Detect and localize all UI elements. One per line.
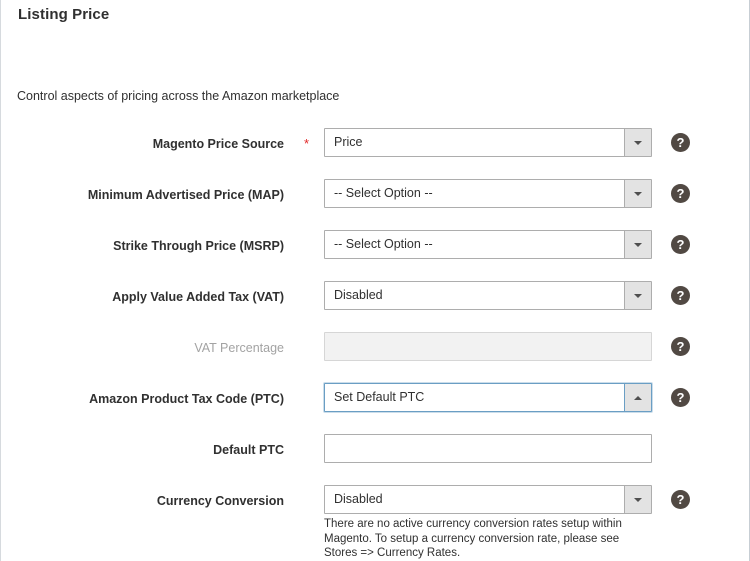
help-icon-apply-vat[interactable]: ? bbox=[671, 286, 690, 305]
triangle-glyph bbox=[634, 191, 642, 196]
field-control-magento-price-source: Price bbox=[324, 128, 652, 157]
form-row: Amazon Product Tax Code (PTC) Set Default… bbox=[1, 383, 750, 434]
help-icon-amazon-product-tax-code[interactable]: ? bbox=[671, 388, 690, 407]
select-currency-conversion[interactable]: Disabled bbox=[324, 485, 652, 514]
section-description: Control aspects of pricing across the Am… bbox=[17, 89, 340, 103]
help-icon-vat-percentage[interactable]: ? bbox=[671, 337, 690, 356]
chevron-down-icon[interactable] bbox=[624, 231, 651, 258]
chevron-down-icon[interactable] bbox=[624, 129, 651, 156]
select-value-currency-conversion: Disabled bbox=[334, 492, 383, 506]
triangle-glyph bbox=[634, 293, 642, 298]
triangle-glyph bbox=[634, 497, 642, 502]
field-note-currency-conversion: There are no active currency conversion … bbox=[324, 518, 622, 559]
listing-price-panel: Listing Price Control aspects of pricing… bbox=[0, 0, 750, 561]
form-row: Magento Price Source * Price? bbox=[1, 128, 750, 179]
select-minimum-advertised-price[interactable]: -- Select Option -- bbox=[324, 179, 652, 208]
help-icon-currency-conversion[interactable]: ? bbox=[671, 490, 690, 509]
field-label-apply-vat: Apply Value Added Tax (VAT) bbox=[112, 290, 284, 304]
form-row: VAT Percentage? bbox=[1, 332, 750, 383]
select-magento-price-source[interactable]: Price bbox=[324, 128, 652, 157]
input-default-ptc[interactable] bbox=[324, 434, 652, 463]
form-row: Default PTC bbox=[1, 434, 750, 485]
field-control-strike-through-price: -- Select Option -- bbox=[324, 230, 652, 259]
help-icon-magento-price-source[interactable]: ? bbox=[671, 133, 690, 152]
field-control-currency-conversion: Disabled bbox=[324, 485, 652, 514]
chevron-down-icon[interactable] bbox=[624, 180, 651, 207]
triangle-glyph bbox=[634, 395, 642, 400]
field-label-magento-price-source: Magento Price Source bbox=[152, 137, 284, 151]
help-icon-minimum-advertised-price[interactable]: ? bbox=[671, 184, 690, 203]
page-title: Listing Price bbox=[18, 6, 110, 23]
field-control-vat-percentage bbox=[324, 332, 652, 361]
select-value-minimum-advertised-price: -- Select Option -- bbox=[334, 186, 433, 200]
select-strike-through-price[interactable]: -- Select Option -- bbox=[324, 230, 652, 259]
input-vat-percentage bbox=[324, 332, 652, 361]
chevron-up-icon[interactable] bbox=[624, 384, 651, 411]
triangle-glyph bbox=[634, 140, 642, 145]
field-label-currency-conversion: Currency Conversion bbox=[156, 494, 284, 508]
field-control-default-ptc bbox=[324, 434, 652, 463]
chevron-down-icon[interactable] bbox=[624, 486, 651, 513]
field-label-vat-percentage: VAT Percentage bbox=[194, 341, 284, 355]
chevron-down-icon[interactable] bbox=[624, 282, 651, 309]
select-value-apply-vat: Disabled bbox=[334, 288, 383, 302]
select-value-strike-through-price: -- Select Option -- bbox=[334, 237, 433, 251]
select-amazon-product-tax-code[interactable]: Set Default PTC bbox=[324, 383, 652, 412]
field-label-amazon-product-tax-code: Amazon Product Tax Code (PTC) bbox=[89, 392, 284, 406]
listing-price-form: Magento Price Source * Price? Minimum Adver… bbox=[1, 128, 750, 559]
form-row: Strike Through Price (MSRP) -- Select Opt… bbox=[1, 230, 750, 281]
field-label-minimum-advertised-price: Minimum Advertised Price (MAP) bbox=[87, 188, 284, 202]
form-row: Apply Value Added Tax (VAT) Disabled? bbox=[1, 281, 750, 332]
form-row: Currency Conversion There are no active c… bbox=[1, 485, 750, 559]
select-value-amazon-product-tax-code: Set Default PTC bbox=[334, 390, 425, 404]
field-label-default-ptc: Default PTC bbox=[213, 443, 284, 457]
select-value-magento-price-source: Price bbox=[334, 135, 363, 149]
help-icon-strike-through-price[interactable]: ? bbox=[671, 235, 690, 254]
field-control-amazon-product-tax-code: Set Default PTC bbox=[324, 383, 652, 412]
required-marker-icon: * bbox=[304, 136, 310, 151]
field-control-apply-vat: Disabled bbox=[324, 281, 652, 310]
form-row: Minimum Advertised Price (MAP) -- Select … bbox=[1, 179, 750, 230]
field-label-strike-through-price: Strike Through Price (MSRP) bbox=[113, 239, 284, 253]
triangle-glyph bbox=[634, 242, 642, 247]
select-apply-vat[interactable]: Disabled bbox=[324, 281, 652, 310]
field-control-minimum-advertised-price: -- Select Option -- bbox=[324, 179, 652, 208]
